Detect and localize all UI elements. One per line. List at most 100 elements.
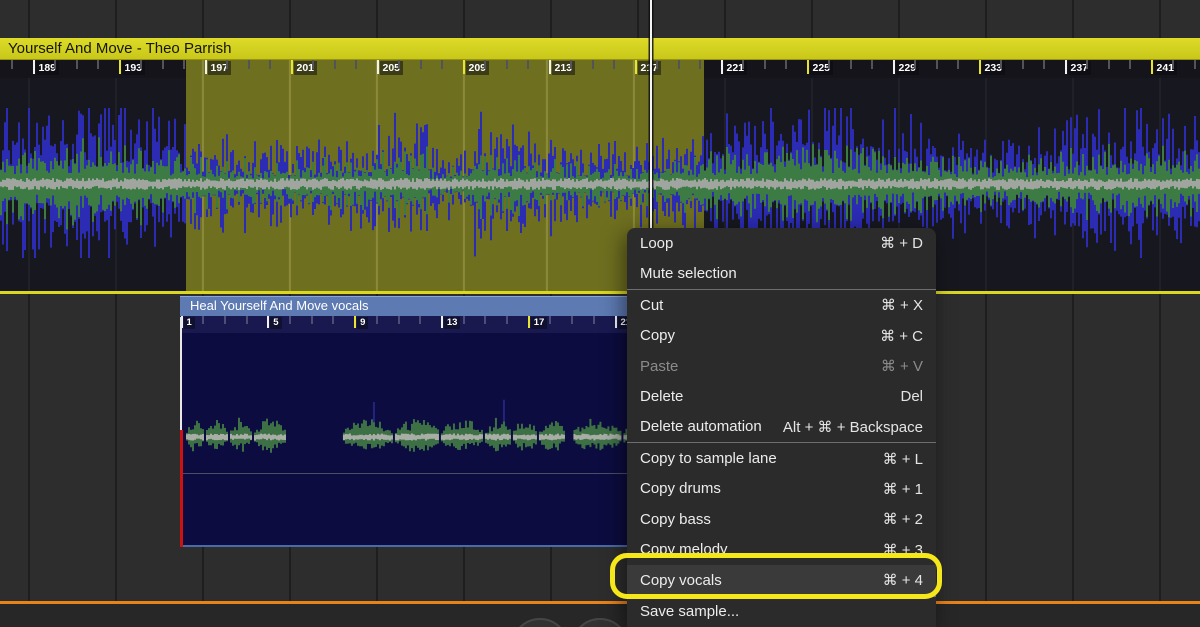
menu-item-shortcut: ⌘ + C	[880, 327, 923, 345]
menu-item-shortcut: ⌘ + V	[881, 357, 923, 375]
menu-item-shortcut: Del	[900, 388, 923, 405]
ruler-tick	[742, 60, 744, 69]
menu-item-shortcut: ⌘ + 1	[883, 480, 923, 498]
ruler-tick	[226, 60, 228, 69]
ruler-tick	[656, 60, 658, 69]
menu-item-copy-to-sample-lane[interactable]: Copy to sample lane ⌘ + L	[627, 443, 936, 473]
menu-item-copy-bass[interactable]: Copy bass⌘ + 2	[627, 504, 936, 534]
ruler-tick	[957, 60, 959, 69]
vocals-track-title: Heal Yourself And Move vocals	[190, 298, 369, 313]
ruler-tick	[1065, 60, 1067, 74]
menu-item-label: Copy to sample lane	[640, 450, 777, 467]
main-track-bottom-border	[0, 291, 1200, 294]
ruler-tick	[311, 316, 313, 324]
menu-item-label: Save sample...	[640, 603, 739, 620]
menu-item-label: Delete	[640, 388, 683, 405]
main-waveform	[0, 78, 1200, 291]
ruler-tick	[570, 60, 572, 69]
ruler-tick	[246, 316, 248, 324]
context-menu: Loop ⌘ + D Mute selectionCut⌘ + X Copy ⌘ + C…	[627, 228, 936, 627]
ruler-tick	[1043, 60, 1045, 69]
menu-item-copy-vocals[interactable]: Copy vocals⌘ + 4	[627, 565, 936, 595]
ruler-tick	[205, 60, 207, 74]
ruler-bar-number: 9	[357, 317, 368, 329]
ruler-tick	[593, 316, 595, 324]
menu-item-label: Delete automation	[640, 418, 762, 435]
menu-item-cut[interactable]: Cut⌘ + X	[627, 290, 936, 320]
main-ruler[interactable]: 1891931972012052092132172212252292332372…	[0, 60, 1200, 78]
menu-item-shortcut: ⌘ + 3	[883, 541, 923, 559]
ruler-tick	[506, 60, 508, 69]
menu-item-label: Copy bass	[640, 511, 711, 528]
ruler-tick	[678, 60, 680, 69]
menu-item-shortcut: ⌘ + D	[880, 234, 923, 252]
ruler-tick	[1000, 60, 1002, 69]
ruler-tick	[224, 316, 226, 324]
ruler-tick	[441, 60, 443, 69]
menu-item-copy[interactable]: Copy ⌘ + C	[627, 320, 936, 350]
menu-item-save-sample[interactable]: Save sample...	[627, 597, 936, 627]
ruler-tick	[419, 316, 421, 324]
vocals-track-title-bar[interactable]: Heal Yourself And Move vocals	[180, 296, 701, 316]
menu-item-copy-drums[interactable]: Copy drums ⌘ + 1	[627, 474, 936, 504]
menu-item-copy-melody[interactable]: Copy melody⌘ + 3	[627, 535, 936, 565]
ruler-tick	[312, 60, 314, 69]
ruler-tick	[54, 60, 56, 69]
ruler-tick	[377, 60, 379, 74]
ruler-tick	[140, 60, 142, 69]
ruler-tick	[721, 60, 723, 74]
vocals-start-marker[interactable]	[180, 317, 182, 430]
vocals-sample-track[interactable]: Heal Yourself And Move vocals 159131721	[180, 296, 701, 547]
ruler-tick	[549, 60, 551, 74]
ruler-tick	[355, 60, 357, 69]
ruler-tick	[635, 60, 637, 74]
menu-item-shortcut: ⌘ + L	[883, 450, 923, 468]
menu-item-delete[interactable]: Delete Del	[627, 381, 936, 411]
menu-item-mute-selection[interactable]: Mute selection	[627, 258, 936, 288]
menu-item-label: Copy drums	[640, 480, 721, 497]
ruler-tick	[332, 316, 334, 324]
playhead[interactable]	[650, 0, 653, 228]
ruler-tick	[936, 60, 938, 69]
ruler-tick	[484, 316, 486, 324]
ruler-tick	[1172, 60, 1174, 69]
main-track-title-bar[interactable]: Yourself And Move - Theo Parrish	[0, 38, 1200, 60]
ruler-tick	[699, 60, 701, 69]
ruler-tick	[11, 60, 13, 69]
menu-item-label: Cut	[640, 297, 663, 314]
ruler-tick	[354, 316, 356, 328]
vocals-track-bottom-border	[180, 545, 701, 547]
ruler-tick	[441, 316, 443, 328]
automation-line[interactable]	[0, 601, 1200, 604]
ruler-tick	[463, 60, 465, 74]
ruler-tick	[828, 60, 830, 69]
ruler-tick	[202, 316, 204, 324]
menu-item-delete-automation[interactable]: Delete automationAlt + ⌘ + Backspace	[627, 412, 936, 442]
ruler-tick	[615, 316, 617, 328]
vocals-ruler[interactable]: 159131721	[180, 316, 701, 333]
ruler-tick	[592, 60, 594, 69]
timeline-background-top	[0, 0, 1200, 38]
menu-item-loop[interactable]: Loop ⌘ + D	[627, 228, 936, 258]
menu-item-label: Copy vocals	[640, 572, 722, 589]
ruler-tick	[119, 60, 121, 74]
menu-item-label: Loop	[640, 235, 673, 252]
vocals-waveform-area[interactable]	[180, 333, 701, 545]
ruler-tick	[463, 316, 465, 324]
ruler-tick	[914, 60, 916, 69]
vocals-record-marker[interactable]	[180, 430, 183, 547]
ruler-tick	[97, 60, 99, 69]
ruler-tick	[850, 60, 852, 69]
ruler-tick	[527, 60, 529, 69]
ruler-tick	[376, 316, 378, 324]
ruler-tick	[334, 60, 336, 69]
ruler-tick	[1194, 60, 1196, 69]
menu-item-paste[interactable]: Paste⌘ + V	[627, 351, 936, 381]
ruler-tick	[398, 60, 400, 69]
daw-workspace: Yourself And Move - Theo Parrish 1891931…	[0, 0, 1200, 627]
menu-item-label: Copy	[640, 327, 675, 344]
ruler-tick	[76, 60, 78, 69]
ruler-tick	[893, 60, 895, 74]
vocals-waveform	[180, 333, 701, 545]
ruler-tick	[613, 60, 615, 69]
